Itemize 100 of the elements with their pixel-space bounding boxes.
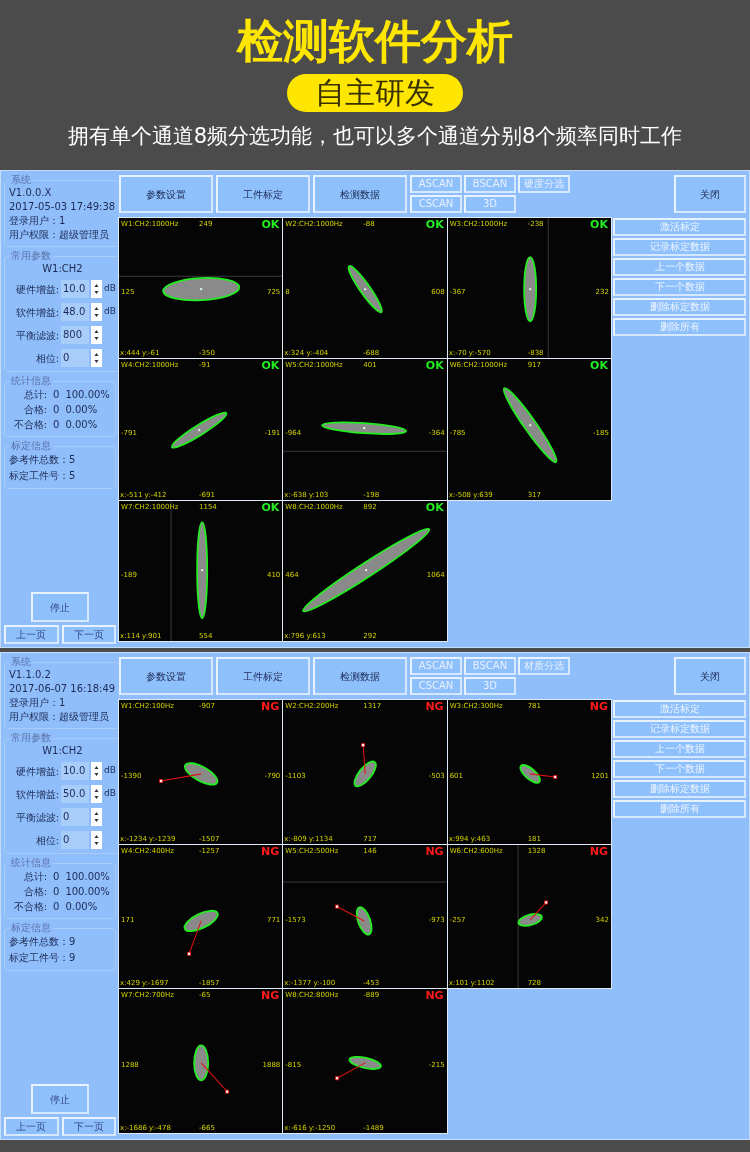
number-field[interactable]: 48.0 xyxy=(61,303,89,321)
ellipse-trace xyxy=(353,760,378,788)
stop-button[interactable]: 停止 xyxy=(31,592,89,622)
stat-label: 合格: xyxy=(22,403,47,417)
stat-percent: 0.00% xyxy=(65,900,98,914)
ellipse-trace xyxy=(519,764,541,784)
close-button[interactable]: 关闭 xyxy=(674,657,746,695)
stat-label: 总计: xyxy=(22,870,47,884)
info-text: 用户权限：超级管理员 xyxy=(9,710,110,724)
group-title: 系统 xyxy=(10,174,32,186)
result-status: OK xyxy=(590,360,608,373)
info-text: 登录用户：1 xyxy=(9,696,67,710)
page-title: 检测软件分析 xyxy=(237,13,513,70)
group-title: 统计信息 xyxy=(10,375,52,387)
stat-count: 0 xyxy=(53,885,60,899)
spinner-arrows-icon xyxy=(94,306,99,318)
stat-count: 0 xyxy=(53,418,60,432)
number-field[interactable]: 0 xyxy=(61,349,89,367)
info-text: 2017-06-07 16:18:49 xyxy=(9,682,116,696)
result-status: OK xyxy=(261,219,280,231)
tab-button[interactable]: 检测数据 xyxy=(313,657,407,695)
unit-label: dB xyxy=(104,282,116,296)
field-label: 相位: xyxy=(34,351,59,366)
info-text: V1.0.0.X xyxy=(9,186,53,200)
stat-percent: 0.00% xyxy=(65,403,98,417)
spin-button[interactable] xyxy=(91,808,102,826)
spinner-arrows-icon xyxy=(94,811,99,823)
ellipse-trace xyxy=(522,256,537,323)
number-field[interactable]: 0 xyxy=(61,808,89,826)
field-label: 平衡滤波: xyxy=(14,810,59,825)
result-status: NG xyxy=(589,845,608,858)
stat-percent: 100.00% xyxy=(65,388,110,402)
stat-label: 不合格: xyxy=(12,900,47,914)
spinner-arrows-icon xyxy=(94,283,99,295)
page-button[interactable]: 下一页 xyxy=(61,1117,116,1136)
stat-count: 0 xyxy=(53,403,60,417)
ellipse-trace xyxy=(183,909,219,932)
info-text: V1.1.0.2 xyxy=(9,668,52,682)
spinner-arrows-icon xyxy=(94,765,99,777)
info-text: 标定工件号：5 xyxy=(9,469,77,483)
group-title: 常用参数 xyxy=(10,250,52,262)
spin-button[interactable] xyxy=(91,762,102,780)
number-field[interactable]: 800 xyxy=(61,326,89,344)
channel-text: W1:CH2 xyxy=(41,262,84,275)
result-status: OK xyxy=(590,219,608,231)
page-button[interactable]: 下一页 xyxy=(61,625,116,644)
field-label: 软件增益: xyxy=(14,305,59,320)
ellipse-trace xyxy=(170,412,228,449)
tab-button[interactable]: 工件标定 xyxy=(216,175,310,213)
result-status: NG xyxy=(261,701,280,713)
number-field[interactable]: 0 xyxy=(61,831,89,849)
number-field[interactable]: 50.0 xyxy=(61,785,89,803)
spin-button[interactable] xyxy=(91,785,102,803)
ellipse-trace xyxy=(517,912,543,927)
tab-button[interactable]: 参数设置 xyxy=(119,657,213,695)
ellipse-trace xyxy=(184,762,219,786)
group-title: 常用参数 xyxy=(10,732,52,744)
group-title: 统计信息 xyxy=(10,857,52,869)
field-label: 相位: xyxy=(34,833,59,848)
unit-label: dB xyxy=(104,787,116,801)
stat-percent: 100.00% xyxy=(65,870,110,884)
spin-button[interactable] xyxy=(91,831,102,849)
info-text: 用户权限：超级管理员 xyxy=(9,228,110,242)
spin-button[interactable] xyxy=(91,349,102,367)
subtitle-text: 拥有单个通道8频分选功能，也可以多个通道分别8个频率同时工作 xyxy=(67,123,683,150)
stat-count: 0 xyxy=(53,388,60,402)
page-button[interactable]: 上一页 xyxy=(4,625,59,644)
stat-count: 0 xyxy=(53,900,60,914)
field-label: 硬件增益: xyxy=(14,764,59,779)
ellipse-trace xyxy=(193,1044,210,1082)
unit-label: dB xyxy=(104,305,116,319)
stat-label: 总计: xyxy=(22,388,47,402)
stat-label: 不合格: xyxy=(12,418,47,432)
tab-button[interactable]: 参数设置 xyxy=(119,175,213,213)
info-text: 标定工件号：9 xyxy=(9,951,77,965)
spin-button[interactable] xyxy=(91,280,102,298)
field-label: 平衡滤波: xyxy=(14,328,59,343)
tab-button[interactable]: 工件标定 xyxy=(216,657,310,695)
info-text: 2017-05-03 17:49:38 xyxy=(9,200,116,214)
field-label: 硬件增益: xyxy=(14,282,59,297)
spin-button[interactable] xyxy=(91,326,102,344)
info-text: 参考件总数：5 xyxy=(9,453,77,467)
group-title: 标定信息 xyxy=(10,922,52,934)
tab-button[interactable]: 检测数据 xyxy=(313,175,407,213)
unit-label: dB xyxy=(104,764,116,778)
group-title: 标定信息 xyxy=(10,440,52,452)
spin-button[interactable] xyxy=(91,303,102,321)
ellipse-trace xyxy=(356,906,373,936)
result-status: NG xyxy=(589,701,608,713)
result-status: OK xyxy=(261,501,280,514)
number-field[interactable]: 10.0 xyxy=(61,762,89,780)
stop-button[interactable]: 停止 xyxy=(31,1084,89,1114)
number-field[interactable]: 10.0 xyxy=(61,280,89,298)
feature-badge: 自主研发 xyxy=(287,74,463,112)
page-button[interactable]: 上一页 xyxy=(4,1117,59,1136)
close-button[interactable]: 关闭 xyxy=(674,175,746,213)
spinner-arrows-icon xyxy=(94,329,99,341)
result-status: NG xyxy=(261,990,280,1003)
result-status: OK xyxy=(425,501,444,514)
info-text: 登录用户：1 xyxy=(9,214,67,228)
